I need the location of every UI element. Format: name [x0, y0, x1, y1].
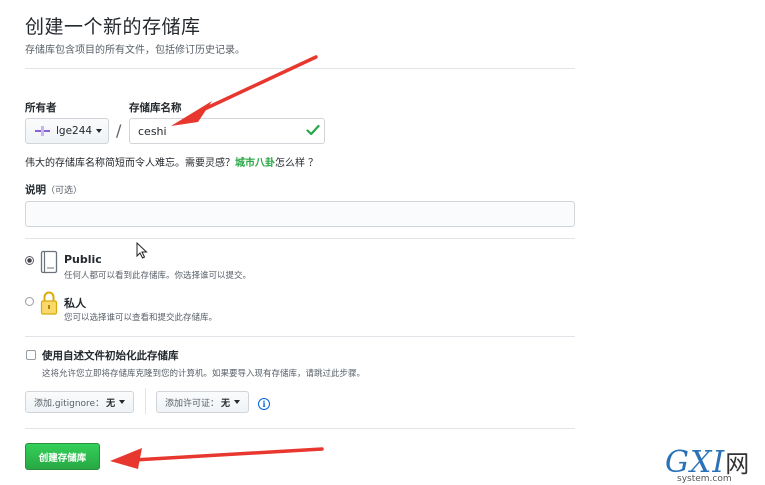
- arrow-to-name-input: [171, 55, 318, 126]
- site-watermark: GXI网 system.com: [665, 444, 750, 484]
- arrow-to-create-button: [110, 447, 324, 469]
- annotation-arrows: [110, 55, 324, 469]
